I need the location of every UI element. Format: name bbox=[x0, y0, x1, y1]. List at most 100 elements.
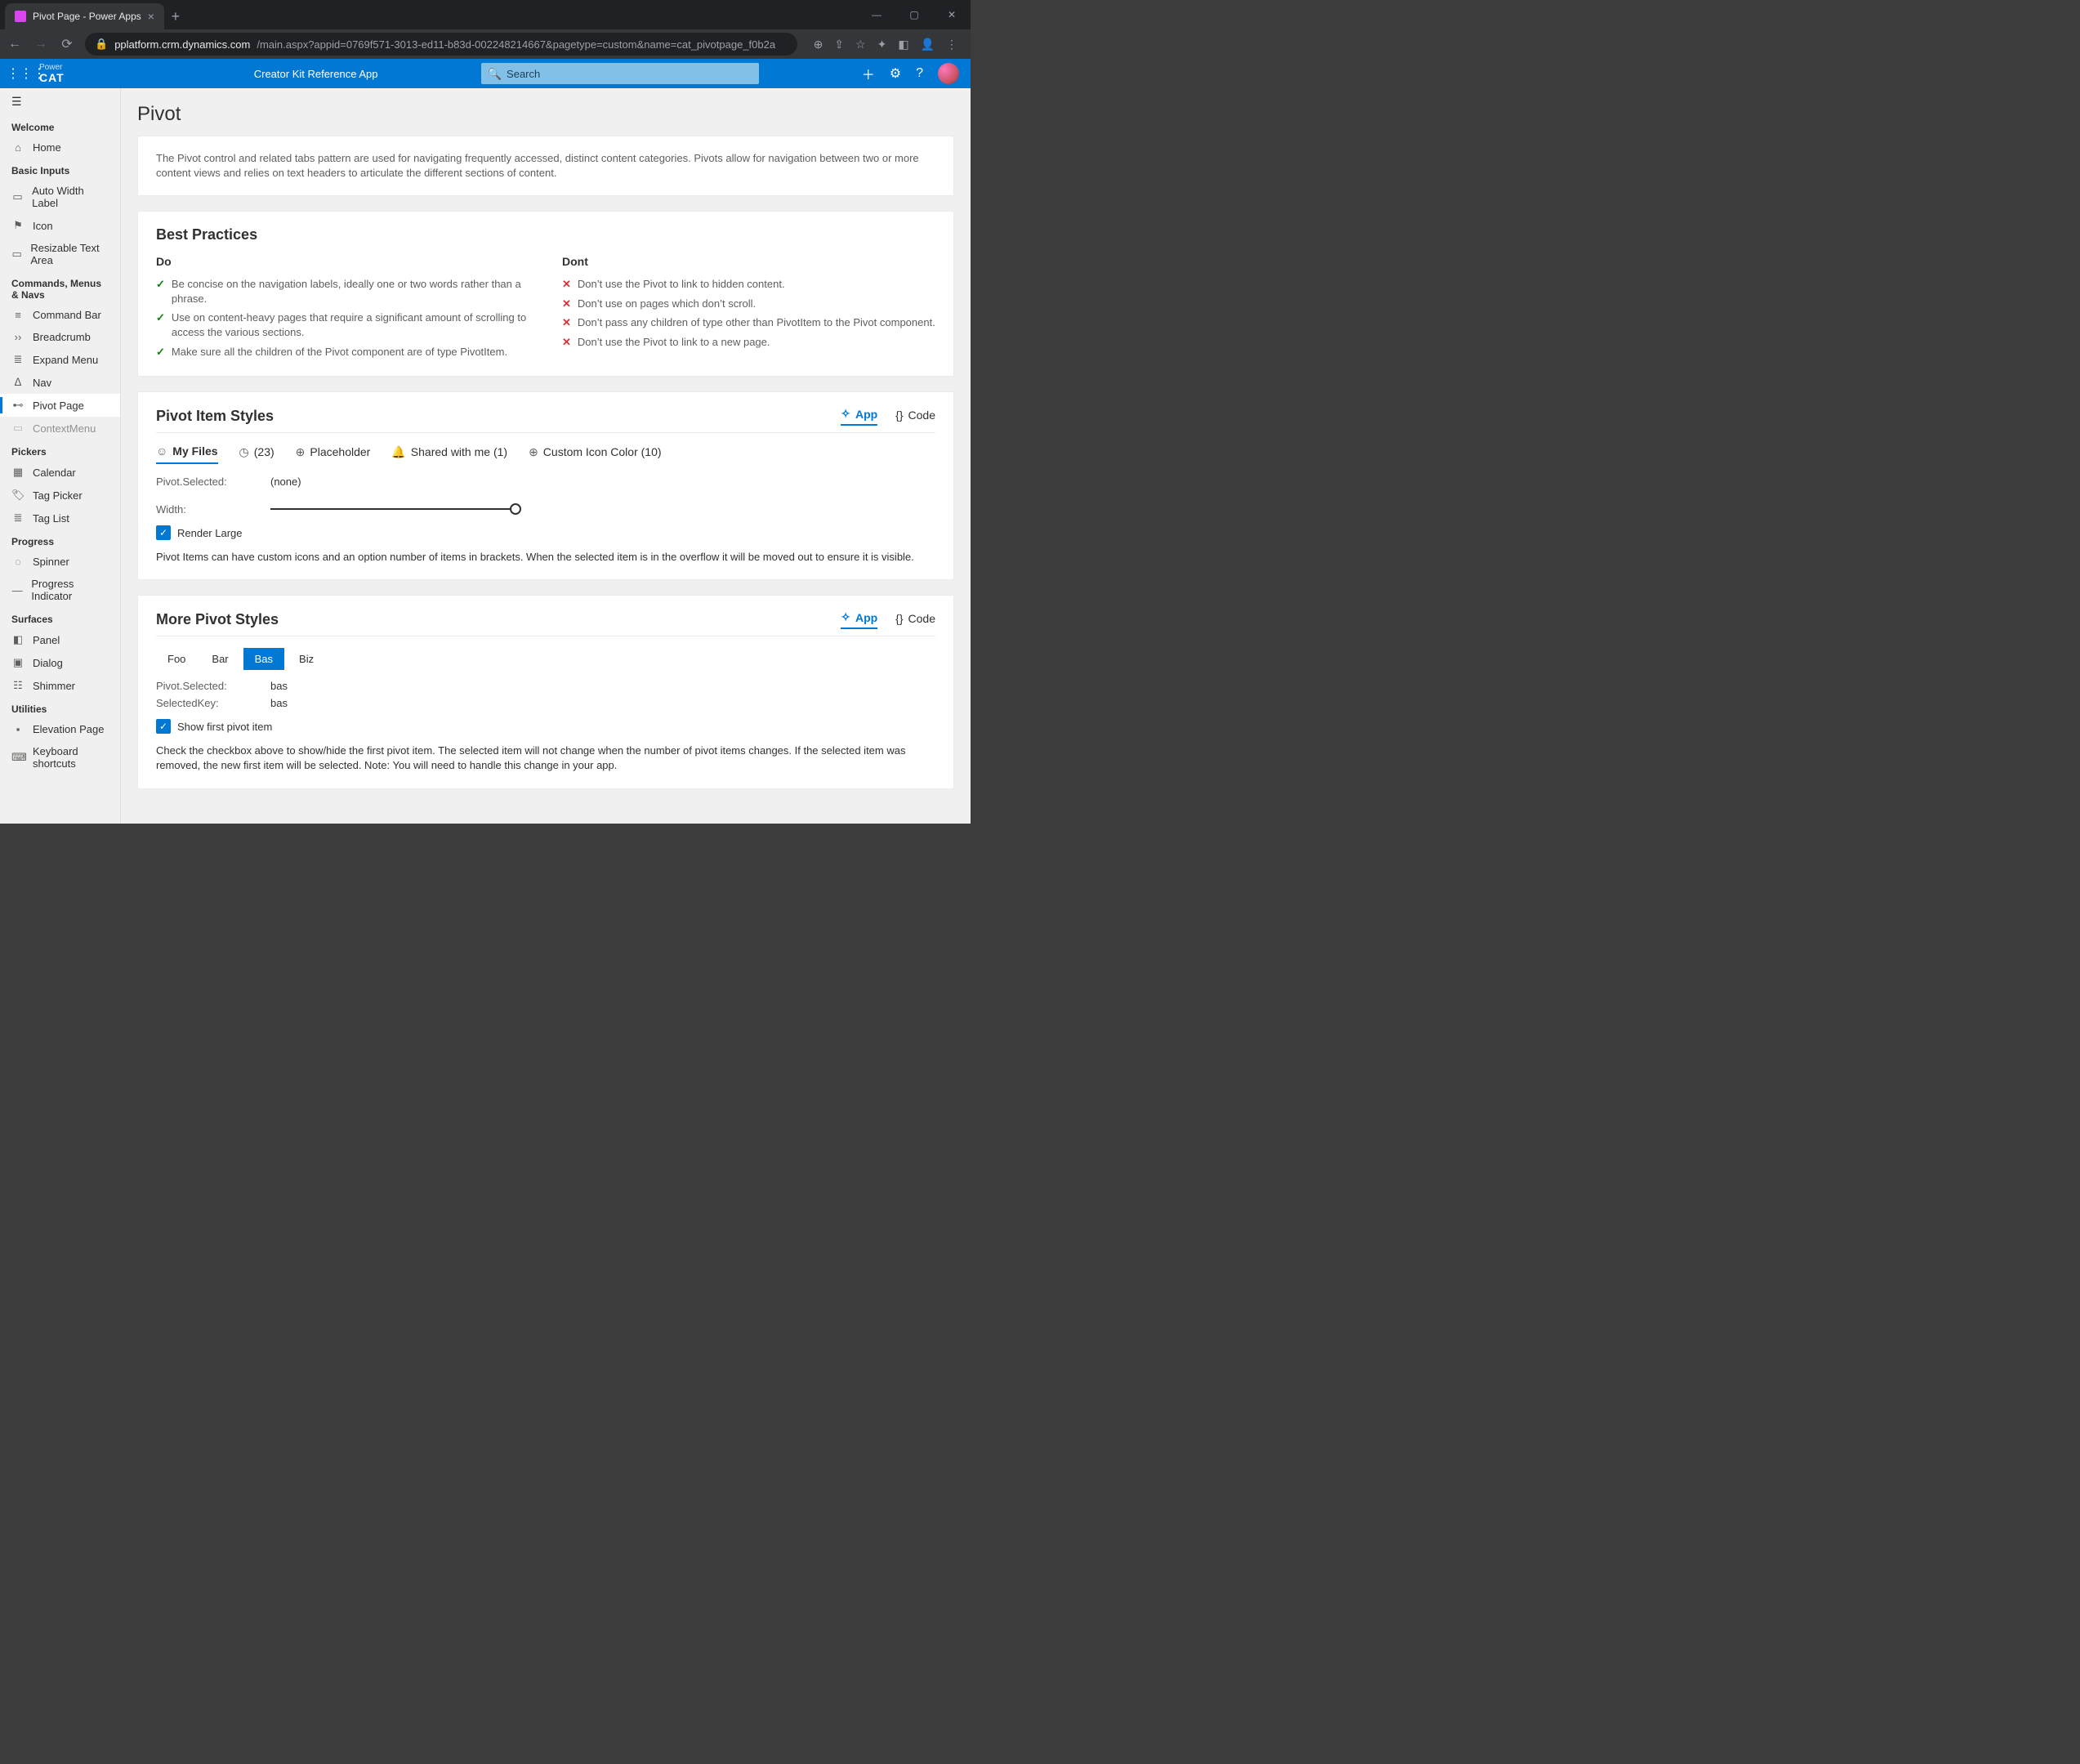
extension-icon[interactable]: ✦ bbox=[877, 38, 887, 51]
slider-thumb[interactable] bbox=[510, 503, 521, 515]
pivot-item[interactable]: ⊕Placeholder bbox=[296, 445, 371, 464]
back-icon[interactable]: ← bbox=[7, 37, 23, 51]
best-practices-card: Best Practices Do ✓Be concise on the nav… bbox=[137, 211, 954, 377]
sidebar-item-auto-width-label[interactable]: ▭Auto Width Label bbox=[0, 180, 120, 214]
share-icon[interactable]: ⇪ bbox=[834, 38, 844, 51]
toggle-code[interactable]: {}Code bbox=[895, 407, 935, 426]
elevation-icon: ▪ bbox=[11, 723, 25, 735]
width-label: Width: bbox=[156, 503, 238, 516]
do-column: Do ✓Be concise on the navigation labels,… bbox=[156, 255, 529, 361]
pivot-selected-value: (none) bbox=[270, 476, 301, 488]
browser-tab[interactable]: Pivot Page - Power Apps × bbox=[5, 3, 164, 29]
lock-icon: 🔒 bbox=[95, 38, 108, 51]
browser-window: Pivot Page - Power Apps × + — ▢ ✕ ← → ⟳ … bbox=[0, 0, 971, 824]
dont-column: Dont ✕Don’t use the Pivot to link to hid… bbox=[562, 255, 935, 361]
section2-title: More Pivot Styles bbox=[156, 611, 279, 628]
sidebar-item-home[interactable]: ⌂Home bbox=[0, 136, 120, 159]
reload-icon[interactable]: ⟳ bbox=[59, 36, 75, 52]
show-first-checkbox[interactable]: ✓ bbox=[156, 719, 171, 734]
main-content: Pivot The Pivot control and related tabs… bbox=[121, 88, 971, 824]
tab-title: Pivot Page - Power Apps bbox=[33, 11, 141, 22]
toggle-app[interactable]: ✧App bbox=[841, 407, 877, 426]
sidebar-item-icon[interactable]: ⚑Icon bbox=[0, 214, 120, 237]
window-close-icon[interactable]: ✕ bbox=[933, 0, 971, 29]
pivot-item-label: Shared with me (1) bbox=[411, 445, 507, 458]
flag-icon: ⚑ bbox=[11, 219, 25, 232]
sidebar-item-pivot-page[interactable]: ⊷Pivot Page bbox=[0, 394, 120, 417]
pivot-item[interactable]: ◷(23) bbox=[239, 445, 275, 464]
bookmark-icon[interactable]: ☆ bbox=[855, 38, 866, 51]
window-maximize-icon[interactable]: ▢ bbox=[895, 0, 933, 29]
hamburger-icon[interactable]: ☰ bbox=[0, 88, 120, 115]
context-menu-icon: ▭ bbox=[11, 422, 25, 435]
profile-icon[interactable]: 👤 bbox=[921, 38, 935, 51]
pivot-item[interactable]: ⊕Custom Icon Color (10) bbox=[529, 445, 661, 464]
forward-icon[interactable]: → bbox=[33, 37, 49, 51]
url-path: /main.aspx?appid=0769f571-3013-ed11-b83d… bbox=[257, 38, 775, 51]
tab-bar: Pivot Page - Power Apps × + — ▢ ✕ bbox=[0, 0, 971, 29]
add-icon[interactable]: ＋ bbox=[862, 64, 875, 83]
sidebar-item-panel[interactable]: ◧Panel bbox=[0, 628, 120, 651]
render-large-checkbox[interactable]: ✓ bbox=[156, 525, 171, 540]
help-icon[interactable]: ? bbox=[916, 66, 923, 81]
sidebar-item-nav[interactable]: ᐃNav bbox=[0, 371, 120, 394]
tab-close-icon[interactable]: × bbox=[148, 10, 154, 23]
zoom-icon[interactable]: ⊕ bbox=[814, 38, 824, 51]
check-icon: ✓ bbox=[156, 310, 165, 339]
sidebar-item-tag-picker[interactable]: 🏷Tag Picker bbox=[0, 484, 120, 507]
sidebar-item-elevation-page[interactable]: ▪Elevation Page bbox=[0, 718, 120, 740]
shimmer-icon: ☷ bbox=[11, 679, 25, 692]
pivot2-item[interactable]: Bas bbox=[243, 648, 284, 670]
sidebar-item-keyboard-shortcuts[interactable]: ⌨Keyboard shortcuts bbox=[0, 740, 120, 775]
pivot-item[interactable]: 🔔Shared with me (1) bbox=[391, 445, 507, 464]
nav-icon: ᐃ bbox=[11, 376, 25, 389]
sidebar-item-breadcrumb[interactable]: ››Breadcrumb bbox=[0, 326, 120, 348]
url-field[interactable]: 🔒 pplatform.crm.dynamics.com/main.aspx?a… bbox=[85, 33, 797, 56]
toggle-code-2[interactable]: {}Code bbox=[895, 610, 935, 629]
sidebar-group-utilities: Utilities bbox=[0, 697, 120, 718]
pivot2-item[interactable]: Biz bbox=[288, 648, 325, 670]
toggle-app-2[interactable]: ✧App bbox=[841, 610, 877, 629]
app-header: ⋮⋮⋮ Power CAT Creator Kit Reference App … bbox=[0, 59, 971, 88]
section2-note: Check the checkbox above to show/hide th… bbox=[156, 744, 935, 773]
panel-icon[interactable]: ◧ bbox=[898, 38, 908, 51]
window-minimize-icon[interactable]: — bbox=[858, 0, 895, 29]
sidebar-item-resizable-text-area[interactable]: ▭Resizable Text Area bbox=[0, 237, 120, 271]
pivot2-selected-value: bas bbox=[270, 680, 288, 692]
sidebar-item-calendar[interactable]: ▦Calendar bbox=[0, 461, 120, 484]
menu-icon[interactable]: ⋮ bbox=[946, 38, 957, 51]
label-icon: ▭ bbox=[11, 190, 24, 203]
tab-favicon bbox=[15, 11, 26, 22]
settings-icon[interactable]: ⚙ bbox=[890, 65, 901, 82]
pivot2-key-value: bas bbox=[270, 697, 288, 709]
avatar[interactable] bbox=[938, 63, 959, 84]
sidebar-item-dialog[interactable]: ▣Dialog bbox=[0, 651, 120, 674]
sidebar-item-tag-list[interactable]: ≣Tag List bbox=[0, 507, 120, 529]
section1-title: Pivot Item Styles bbox=[156, 408, 274, 425]
pivot-item[interactable]: ☺My Files bbox=[156, 444, 218, 464]
dont-item: ✕Don’t use the Pivot to link to hidden c… bbox=[562, 275, 935, 294]
sidebar-item-progress-indicator[interactable]: —Progress Indicator bbox=[0, 573, 120, 607]
sidebar-item-spinner[interactable]: ◌Spinner bbox=[0, 551, 120, 573]
progress-icon: — bbox=[11, 584, 23, 596]
search-input[interactable]: 🔍 Search bbox=[481, 63, 759, 84]
show-first-label: Show first pivot item bbox=[177, 721, 272, 733]
dont-item: ✕Don’t use on pages which don’t scroll. bbox=[562, 294, 935, 314]
sidebar-group-pickers: Pickers bbox=[0, 440, 120, 461]
width-slider[interactable] bbox=[270, 502, 516, 516]
app-frame: ⋮⋮⋮ Power CAT Creator Kit Reference App … bbox=[0, 59, 971, 824]
pivot2-item[interactable]: Foo bbox=[156, 648, 197, 670]
show-first-row: ✓ Show first pivot item bbox=[156, 719, 935, 734]
pivot2-item[interactable]: Bar bbox=[200, 648, 239, 670]
home-icon: ⌂ bbox=[11, 141, 25, 154]
new-tab-button[interactable]: + bbox=[164, 3, 187, 29]
app-launcher-icon[interactable]: ⋮⋮⋮ bbox=[7, 65, 26, 82]
sidebar-item-shimmer[interactable]: ☷Shimmer bbox=[0, 674, 120, 697]
x-icon: ✕ bbox=[562, 315, 571, 330]
sidebar-item-context-menu[interactable]: ▭ContextMenu bbox=[0, 417, 120, 440]
dont-item: ✕Don’t pass any children of type other t… bbox=[562, 313, 935, 333]
app-icon: ✧ bbox=[841, 407, 850, 421]
pivot-item-icon: ⊕ bbox=[529, 445, 538, 459]
sidebar-item-expand-menu[interactable]: ≣Expand Menu bbox=[0, 348, 120, 371]
sidebar-item-command-bar[interactable]: ≡Command Bar bbox=[0, 304, 120, 326]
